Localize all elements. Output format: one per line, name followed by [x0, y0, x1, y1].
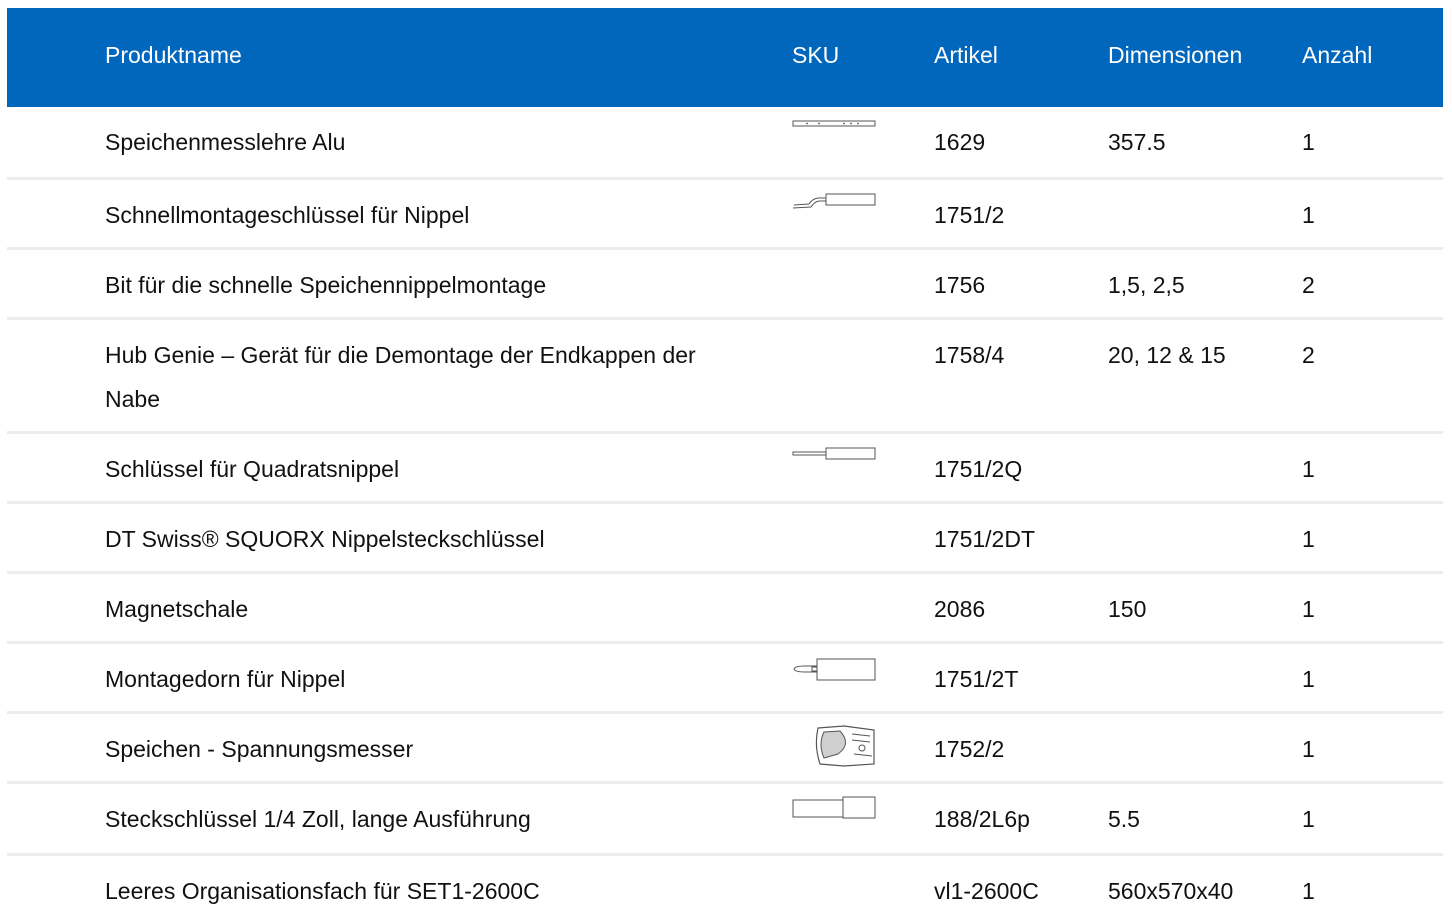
- product-name: DT Swiss® SQUORX Nippelsteckschlüssel: [105, 526, 545, 552]
- table-row: Magnetschale 2086 150 1: [7, 574, 1443, 644]
- mandrel-icon: [793, 658, 876, 681]
- table-row: Steckschlüssel 1/4 Zoll, lange Ausführun…: [7, 784, 1443, 856]
- tension-meter-icon: [815, 725, 875, 767]
- quantity: 1: [1302, 878, 1315, 904]
- quantity: 1: [1302, 129, 1315, 155]
- quantity: 1: [1302, 456, 1315, 482]
- column-header-article[interactable]: Artikel: [934, 40, 998, 70]
- product-name: Leeres Organisationsfach für SET1-2600C: [105, 878, 540, 904]
- quantity: 2: [1302, 342, 1315, 368]
- article-number: 1756: [934, 272, 986, 298]
- table-row: Hub Genie – Gerät für die Demontage der …: [7, 320, 1443, 434]
- dimensions: 20, 12 & 15: [1108, 342, 1226, 368]
- table-header: Produktname SKU Artikel Dimensionen Anza…: [7, 8, 1443, 107]
- quantity: 1: [1302, 666, 1315, 692]
- article-number: 1752/2: [934, 736, 1005, 762]
- quantity: 1: [1302, 526, 1315, 552]
- product-name: Steckschlüssel 1/4 Zoll, lange Ausführun…: [105, 806, 531, 832]
- article-number: 2086: [934, 596, 986, 622]
- article-number: 1629: [934, 129, 986, 155]
- socket-wrench-icon: [792, 796, 876, 819]
- quantity: 1: [1302, 596, 1315, 622]
- product-name: Schnellmontageschlüssel für Nippel: [105, 202, 470, 228]
- table-row: Montagedorn für Nippel 1751/2T 1: [7, 644, 1443, 714]
- dimensions: 560x570x40: [1108, 878, 1234, 904]
- quantity: 1: [1302, 202, 1315, 228]
- column-header-quantity[interactable]: Anzahl: [1302, 40, 1372, 70]
- table-row: Leeres Organisationsfach für SET1-2600C …: [7, 856, 1443, 923]
- article-number: 1758/4: [934, 342, 1005, 368]
- column-header-name[interactable]: Produktname: [105, 40, 242, 70]
- product-name: Bit für die schnelle Speichennippelmonta…: [105, 272, 547, 298]
- table-row: Schnellmontageschlüssel für Nippel 1751/…: [7, 180, 1443, 250]
- article-number: 188/2L6p: [934, 806, 1030, 832]
- product-name: Speichen - Spannungsmesser: [105, 736, 414, 762]
- article-number: 1751/2: [934, 202, 1005, 228]
- article-number: 1751/2Q: [934, 456, 1023, 482]
- product-name: Schlüssel für Quadratsnippel: [105, 456, 400, 482]
- dimensions: 150: [1108, 596, 1147, 622]
- table-row: Speichenmesslehre Alu 1629 357.5 1: [7, 107, 1443, 180]
- nipple-driver-icon: [792, 193, 876, 209]
- product-name: Magnetschale: [105, 596, 249, 622]
- dimensions: 5.5: [1108, 806, 1140, 832]
- quantity: 1: [1302, 736, 1315, 762]
- quantity: 1: [1302, 806, 1315, 832]
- dimensions: 357.5: [1108, 129, 1166, 155]
- article-number: 1751/2T: [934, 666, 1019, 692]
- product-name: Hub Genie – Gerät für die Demontage der …: [105, 342, 696, 412]
- article-number: 1751/2DT: [934, 526, 1036, 552]
- ruler-gauge-icon: [792, 120, 876, 127]
- product-name: Speichenmesslehre Alu: [105, 129, 346, 155]
- dimensions: 1,5, 2,5: [1108, 272, 1185, 298]
- table-row: Bit für die schnelle Speichennippelmonta…: [7, 250, 1443, 320]
- screwdriver-icon: [792, 447, 876, 460]
- column-header-sku[interactable]: SKU: [792, 40, 839, 70]
- product-name: Montagedorn für Nippel: [105, 666, 346, 692]
- quantity: 2: [1302, 272, 1315, 298]
- table-row: DT Swiss® SQUORX Nippelsteckschlüssel 17…: [7, 504, 1443, 574]
- product-table: Produktname SKU Artikel Dimensionen Anza…: [7, 8, 1443, 923]
- article-number: vl1-2600C: [934, 878, 1039, 904]
- column-header-dimensions[interactable]: Dimensionen: [1108, 40, 1242, 70]
- table-row: Speichen - Spannungsmesser 1752/2 1: [7, 714, 1443, 784]
- table-row: Schlüssel für Quadratsnippel 1751/2Q 1: [7, 434, 1443, 504]
